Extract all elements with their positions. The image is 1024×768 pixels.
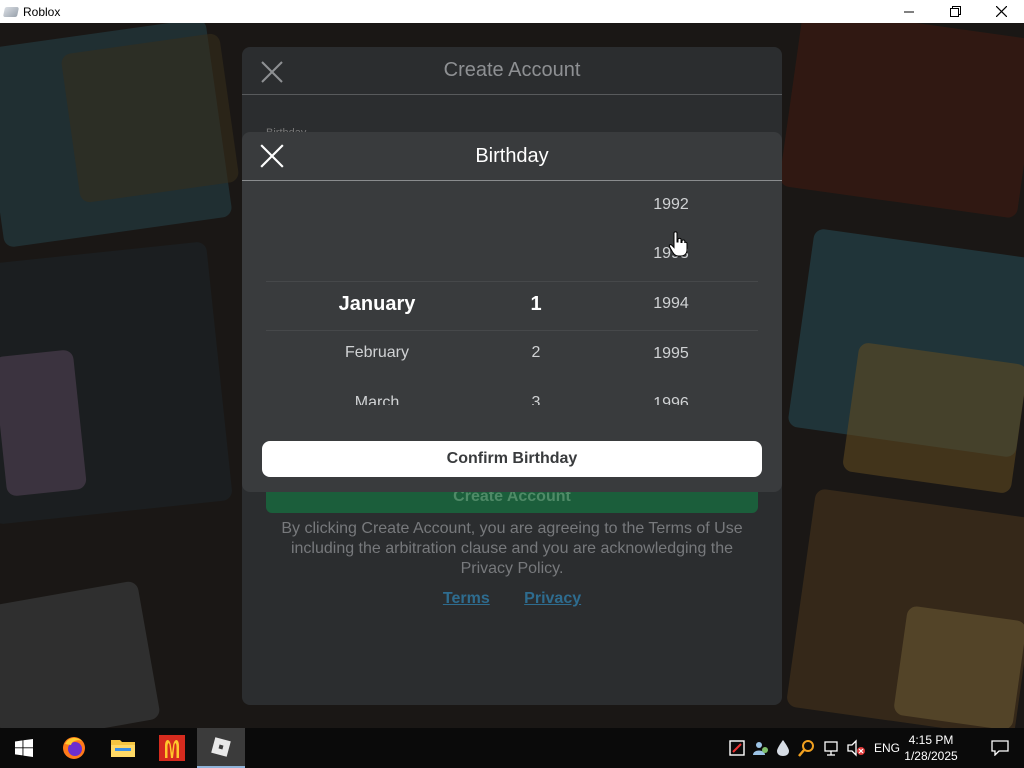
year-option[interactable]: 1996 (639, 395, 703, 405)
month-option[interactable]: February (306, 344, 448, 362)
birthday-modal-title: Birthday (475, 145, 549, 167)
system-tray: ENG (728, 728, 900, 768)
roblox-icon (211, 737, 231, 757)
minimize-button[interactable] (886, 0, 932, 23)
day-option[interactable]: 3 (516, 394, 556, 405)
windows-logo-icon (15, 739, 33, 757)
month-column[interactable]: January February March (306, 193, 448, 405)
start-button[interactable] (0, 728, 48, 768)
confirm-birthday-button[interactable]: Confirm Birthday (262, 441, 762, 477)
birthday-picker: January February March 1 2 3 1992 1993 1… (266, 193, 758, 405)
action-center-button[interactable] (976, 728, 1024, 768)
year-column[interactable]: 1992 1993 1994 1995 1996 (639, 193, 703, 405)
legal-links: Terms Privacy (242, 590, 782, 608)
year-option-selected[interactable]: 1994 (639, 295, 703, 313)
birthday-modal: Birthday January February March 1 2 3 19… (242, 132, 782, 492)
terms-link[interactable]: Terms (443, 590, 490, 607)
droplet-icon[interactable] (776, 739, 790, 757)
window-title: Roblox (23, 4, 61, 19)
file-explorer-icon (111, 740, 135, 757)
taskbar-clock[interactable]: 4:15 PM 1/28/2025 (896, 732, 966, 764)
birthday-modal-header: Birthday (242, 132, 782, 181)
year-option[interactable]: 1992 (639, 196, 703, 214)
mcdonalds-icon (159, 735, 185, 761)
taskbar-file-explorer[interactable] (99, 728, 147, 768)
create-account-title: Create Account (443, 59, 581, 81)
taskbar-firefox[interactable] (50, 728, 98, 768)
window-titlebar: Roblox (0, 0, 1024, 23)
month-option-selected[interactable]: January (306, 293, 448, 316)
privacy-link[interactable]: Privacy (524, 590, 581, 607)
close-window-icon (995, 6, 1007, 17)
clock-time: 4:15 PM (908, 733, 954, 747)
create-account-header: Create Account (242, 47, 782, 95)
year-option[interactable]: 1995 (639, 345, 703, 363)
restore-icon (949, 6, 961, 17)
window-controls (886, 0, 1024, 23)
security-icon[interactable] (728, 739, 746, 757)
minimize-icon (904, 11, 914, 12)
volume-muted-icon[interactable] (846, 739, 866, 757)
search-magnifier-icon[interactable] (798, 739, 816, 757)
day-option[interactable]: 2 (516, 344, 556, 362)
network-icon[interactable] (822, 739, 840, 757)
month-option[interactable]: March (306, 394, 448, 405)
roblox-app-icon (2, 6, 20, 17)
clock-date: 1/28/2025 (904, 749, 958, 763)
restore-button[interactable] (932, 0, 978, 23)
firefox-icon (63, 737, 85, 759)
terms-agreement-text: By clicking Create Account, you are agre… (281, 520, 743, 577)
taskbar-roblox[interactable] (197, 728, 245, 768)
day-option-selected[interactable]: 1 (516, 293, 556, 316)
taskbar: ENG 4:15 PM 1/28/2025 (0, 728, 1024, 768)
notification-icon (991, 740, 1009, 756)
hand-cursor-icon (668, 231, 688, 257)
day-column[interactable]: 1 2 3 (516, 193, 556, 405)
people-icon[interactable] (752, 739, 770, 757)
close-window-button[interactable] (978, 0, 1024, 23)
taskbar-mcdonalds[interactable] (148, 728, 196, 768)
